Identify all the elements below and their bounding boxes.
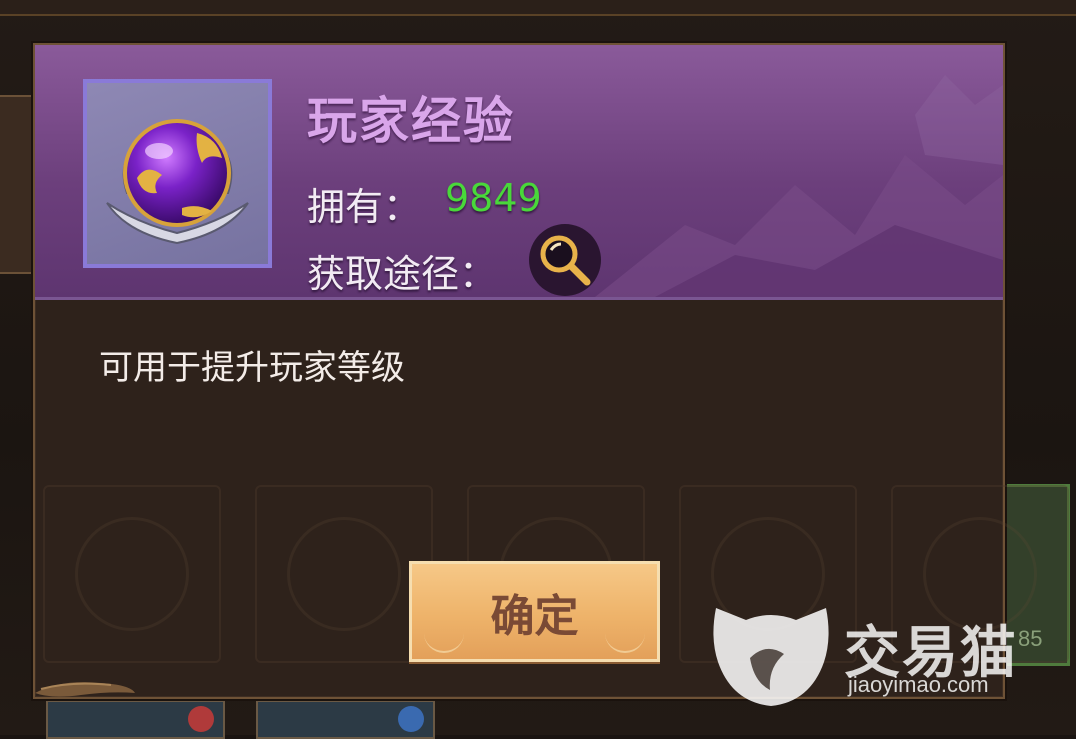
confirm-button[interactable]: 确定 — [409, 561, 660, 662]
ghost-slot — [255, 485, 433, 663]
source-label: 获取途径： — [307, 252, 498, 296]
top-bar — [0, 0, 1076, 16]
watermark-url: jiaoyimao.com — [848, 672, 989, 697]
background-card-left — [0, 95, 36, 274]
owned-count: 9849 — [445, 176, 542, 220]
corner-ornament — [35, 682, 135, 697]
item-description: 可用于提升玩家等级 — [99, 348, 405, 388]
item-header: 玩家经验 拥有： 9849 获取途径： — [35, 45, 1003, 300]
ghost-slot — [43, 485, 221, 663]
magnifier-icon — [540, 235, 591, 286]
purple-orb-icon — [106, 119, 249, 245]
water-badge-icon — [398, 706, 424, 732]
acquire-source-button[interactable] — [529, 224, 601, 296]
watermark-cat-logo — [713, 608, 829, 706]
confirm-button-label: 确定 — [490, 590, 579, 642]
item-info-dialog: 玩家经验 拥有： 9849 获取途径： 可用于提升玩家等级 确定 — [33, 43, 1069, 699]
fire-badge-icon — [188, 706, 214, 732]
item-icon-frame — [83, 79, 272, 268]
owned-label: 拥有： — [307, 185, 422, 229]
item-title: 玩家经验 — [307, 92, 515, 150]
